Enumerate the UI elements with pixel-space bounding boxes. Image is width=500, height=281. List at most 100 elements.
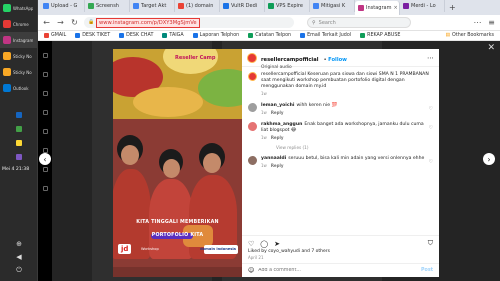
like-comment-heart-icon[interactable]: ♡ [429,106,433,116]
reels-icon[interactable] [42,110,48,115]
comment-text: seruuu betul, bisa kali min adain yang v… [288,156,425,161]
extensions-icon[interactable]: ⋯ [473,18,482,27]
emoji-icon[interactable]: ☺ [248,267,254,274]
network-icon[interactable]: ⊕ [0,240,38,248]
os-app-item[interactable]: Instagram [0,32,37,48]
desktop-screen: WhatsApp Chrome Instagram Sticky No Sticky N… [0,0,500,281]
bookmark-item[interactable]: DESK TIKET [75,33,110,38]
os-app-item[interactable]: Sticky No [0,64,37,80]
bookmark-item[interactable]: DESK CHAT [119,33,153,38]
power-icon[interactable]: ⏻ [0,266,38,275]
view-replies-link[interactable]: View replies (1) [276,145,433,150]
media-caption-line-1: KITA TINGGALI MEMBERIKAN [136,220,219,225]
os-tray-icon-4[interactable] [0,154,38,160]
browser-tab[interactable]: Mitigasi K [310,0,355,12]
os-app-label: Sticky No [13,69,32,75]
forward-icon[interactable]: → [56,18,65,27]
navigation-toolbar: ← → ↻ 🔒 www.instagram.com/p/DXY3MgSjmVe … [38,15,500,31]
menu-icon[interactable]: ≡ [487,18,496,27]
bookmark-item[interactable]: Email Terkait Judol [300,33,351,38]
os-app-item[interactable]: WhatsApp [0,0,37,16]
next-post-arrow-icon[interactable]: › [483,153,495,165]
favicon-icon [358,5,364,11]
author-avatar[interactable] [247,52,257,63]
browser-tab[interactable]: Merdi - Lo [400,0,445,12]
other-bookmarks[interactable]: ▤ Other Bookmarks [446,33,495,38]
bookmark-item[interactable]: REKAP ABUSE [360,33,400,38]
bookmark-label: TAIGA [169,33,184,38]
reply-button[interactable]: Reply [271,163,284,168]
os-app-item[interactable]: Sticky No [0,48,37,64]
follow-button[interactable]: Follow [328,57,347,63]
browser-tab[interactable]: Target Akt [130,0,175,12]
post-comment-button[interactable]: Post [421,268,433,273]
bookmark-item[interactable]: GMAIL [44,33,66,38]
favicon-icon [313,3,319,9]
comment-text: wihh keren nie 💯 [296,103,338,108]
like-comment-heart-icon[interactable]: ♡ [429,159,433,169]
commenter-avatar[interactable] [248,156,257,165]
browser-window: Upload - G Screensh Target Akt (1) domain Vu… [38,0,500,281]
browser-tab[interactable]: (1) domain [175,0,220,12]
post-modal: Reseller Camp KITA TINGGALI MEMBERIKAN P… [113,49,439,277]
close-icon[interactable]: ✕ [487,43,495,53]
like-heart-icon[interactable]: ♡ [248,240,254,248]
new-tab-button[interactable]: + [445,3,460,12]
favicon-icon [88,3,94,9]
reload-icon[interactable]: ↻ [70,18,79,27]
search-box[interactable]: ⚲ Search [307,17,411,28]
messages-icon[interactable] [42,129,48,134]
home-icon[interactable] [42,53,48,58]
bookmark-item[interactable]: TAIGA [162,33,184,38]
bookmark-label: Laporan Telphon [199,33,240,38]
explore-icon[interactable] [42,91,48,96]
comment-item: leman_yoichi wihh keren nie 💯 1w Reply ♡ [248,103,433,116]
search-icon: ⚲ [312,19,316,26]
bookmark-icon [248,33,254,38]
os-app-item[interactable]: Outlook [0,80,37,96]
more-options-icon[interactable]: ⋯ [427,54,434,62]
video-controls[interactable] [113,267,242,277]
browser-tab[interactable]: Screensh [85,0,130,12]
bookmark-icon [360,33,366,38]
reply-button[interactable]: Reply [271,110,284,115]
app-icon [3,36,11,44]
browser-tab[interactable]: VPS Expire [265,0,310,12]
author-avatar[interactable] [248,72,257,81]
commenter-username[interactable]: leman_yoichi [261,103,294,108]
os-tray-icon-1[interactable] [0,112,38,118]
tab-bar: Upload - G Screensh Target Akt (1) domain Vu… [38,0,500,15]
bookmark-item[interactable]: Laporan Telphon [192,33,240,38]
os-tray-icon-3[interactable] [0,140,38,146]
save-bookmark-icon[interactable]: ⛉ [428,239,433,248]
profile-icon[interactable] [42,186,48,191]
commenter-username[interactable]: rakhma_anggun [261,122,302,127]
volume-icon[interactable]: ◀ [0,253,38,261]
post-media-image[interactable]: Reseller Camp KITA TINGGALI MEMBERIKAN P… [113,49,242,277]
student-face [203,153,221,173]
tab-label: (1) domain [186,3,214,9]
os-app-label: Outlook [13,85,29,91]
os-app-item[interactable]: Chrome [0,16,37,32]
search-icon[interactable] [42,72,48,77]
browser-tab[interactable]: Upload - G [40,0,85,12]
author-username[interactable]: resellercampofficial [261,57,319,63]
back-icon[interactable]: ← [42,18,51,27]
create-icon[interactable] [42,167,48,172]
commenter-username[interactable]: yannaaldi [261,156,286,161]
comment-icon[interactable]: ◯ [260,240,268,248]
browser-tab[interactable]: Instagram × [355,1,400,15]
like-comment-heart-icon[interactable]: ♡ [429,125,433,141]
add-comment-input[interactable] [258,268,418,273]
previous-post-arrow-icon[interactable]: ‹ [39,153,51,165]
url-text[interactable]: www.instagram.com/p/DXY3MgSjmVe [96,17,200,28]
reply-button[interactable]: Reply [271,135,284,140]
share-icon[interactable]: ➤ [274,240,280,248]
os-tray-icon-2[interactable] [0,126,38,132]
address-bar[interactable]: 🔒 www.instagram.com/p/DXY3MgSjmVe [84,17,294,28]
close-tab-icon[interactable]: × [393,5,397,11]
browser-tab[interactable]: VultR Dedi [220,0,265,12]
commenter-avatar[interactable] [248,103,257,112]
commenter-avatar[interactable] [248,122,257,131]
bookmark-item[interactable]: Catatan Telpon [248,33,291,38]
